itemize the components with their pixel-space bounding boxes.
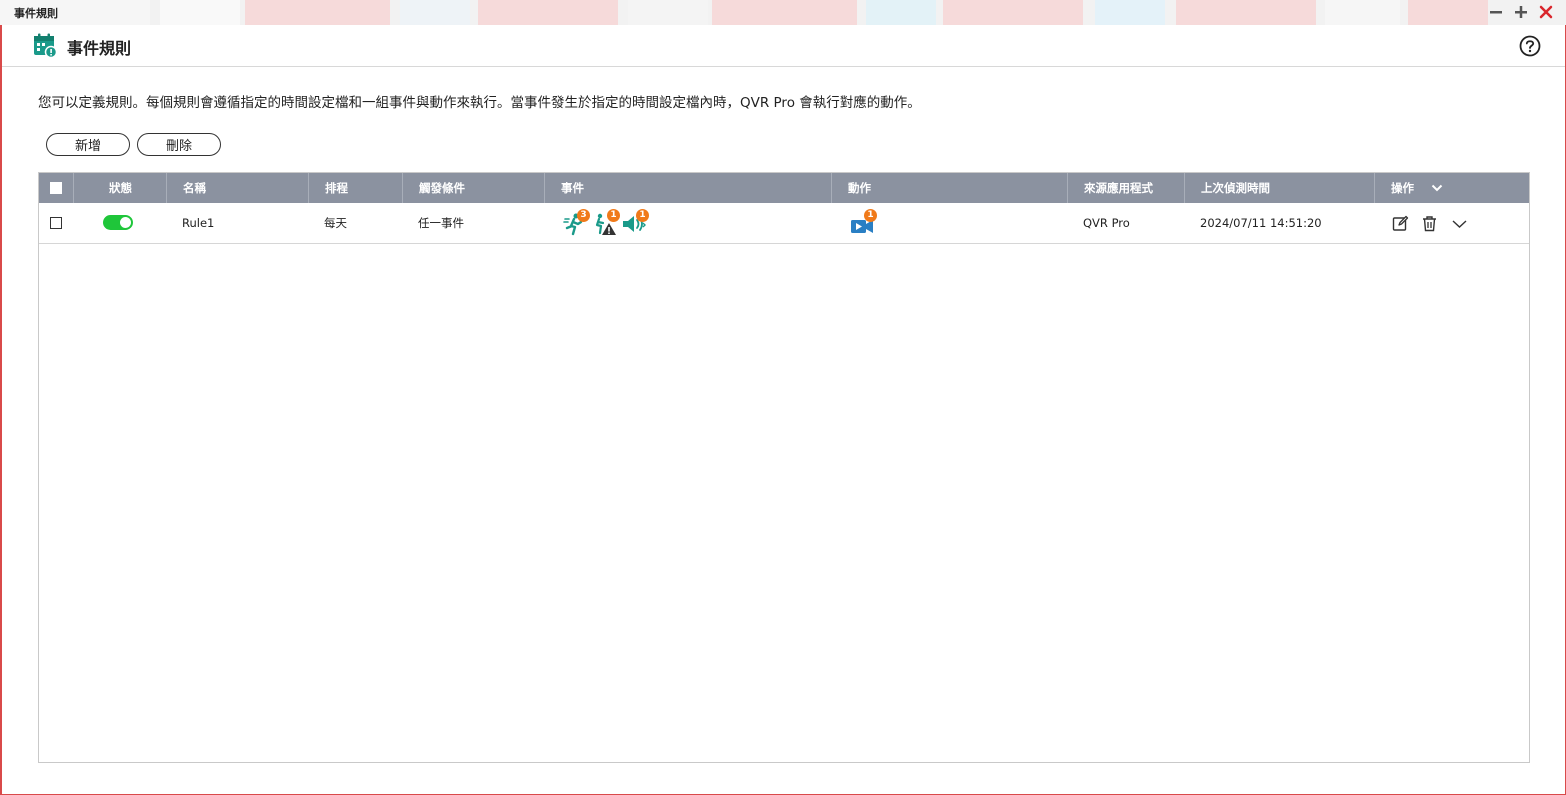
delete-icon[interactable] [1421, 215, 1438, 232]
select-all-checkbox[interactable] [50, 182, 62, 194]
add-button[interactable]: 新增 [46, 133, 130, 156]
row-checkbox[interactable] [50, 217, 62, 229]
event-count-badge: 1 [636, 209, 649, 222]
rule-name: Rule1 [182, 216, 215, 230]
rule-schedule: 每天 [324, 216, 347, 230]
background-apps-strip [0, 0, 1488, 25]
column-header-name[interactable]: 名稱 [166, 173, 308, 203]
window-title: 事件規則 [14, 7, 58, 20]
delete-button[interactable]: 刪除 [137, 133, 221, 156]
table-row[interactable]: Rule1 每天 任一事件 3 1 1 1 QVR Pro 2024/07/11… [39, 203, 1529, 244]
app-header: 事件規則 [2, 25, 1565, 67]
table-header: 狀態 名稱 排程 觸發條件 事件 動作 來源應用程式 上次偵測時間 操作 [39, 173, 1529, 203]
last-detected-time: 2024/07/11 14:51:20 [1200, 216, 1322, 230]
chevron-down-icon[interactable] [1431, 183, 1443, 193]
title-bar: 事件規則 [0, 0, 1566, 25]
edit-icon[interactable] [1392, 215, 1409, 232]
help-icon[interactable] [1519, 35, 1541, 57]
action-count-badge: 1 [864, 209, 877, 222]
alarm-alert-icon[interactable]: 1 [592, 209, 620, 237]
column-header-schedule[interactable]: 排程 [308, 173, 402, 203]
event-count-badge: 1 [607, 209, 620, 222]
column-header-operation-label: 操作 [1391, 181, 1414, 195]
audio-detection-icon[interactable]: 1 [621, 209, 649, 237]
close-icon[interactable] [1537, 3, 1555, 21]
description-text: 您可以定義規則。每個規則會遵循指定的時間設定檔和一組事件與動作來執行。當事件發生… [38, 95, 921, 111]
event-count-badge: 3 [577, 209, 590, 222]
status-toggle[interactable] [103, 215, 133, 230]
column-header-last-detected[interactable]: 上次偵測時間 [1184, 173, 1374, 203]
select-all-cell [39, 173, 73, 203]
column-header-trigger[interactable]: 觸發條件 [402, 173, 544, 203]
page-title: 事件規則 [67, 39, 132, 58]
column-header-operation[interactable]: 操作 [1374, 173, 1529, 203]
chevron-down-icon[interactable] [1451, 215, 1468, 232]
source-app: QVR Pro [1083, 216, 1130, 230]
column-header-source[interactable]: 來源應用程式 [1067, 173, 1184, 203]
column-header-status[interactable]: 狀態 [73, 173, 166, 203]
motion-detection-icon[interactable]: 3 [562, 209, 590, 237]
minimize-icon[interactable] [1487, 3, 1505, 21]
recording-icon[interactable]: 1 [849, 209, 877, 237]
rules-table: 狀態 名稱 排程 觸發條件 事件 動作 來源應用程式 上次偵測時間 操作 Rul… [38, 172, 1530, 763]
column-header-event[interactable]: 事件 [544, 173, 831, 203]
calendar-event-icon [34, 33, 58, 58]
maximize-icon[interactable] [1512, 3, 1530, 21]
rule-trigger: 任一事件 [418, 216, 464, 230]
column-header-action[interactable]: 動作 [831, 173, 1067, 203]
